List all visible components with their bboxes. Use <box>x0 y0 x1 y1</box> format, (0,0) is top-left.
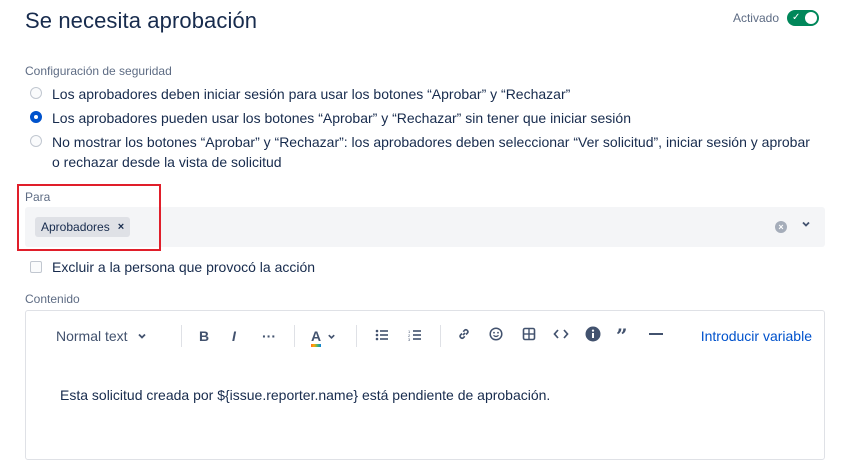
toolbar-divider <box>294 325 295 347</box>
rich-text-editor[interactable]: Normal text B I ··· A 123 ” Introducir v… <box>25 310 825 460</box>
numbered-list-icon[interactable]: 123 <box>408 326 422 346</box>
radio-label: Los aprobadores pueden usar los botones … <box>52 110 631 126</box>
info-panel-icon[interactable] <box>585 326 601 347</box>
recipient-chip: Aprobadores × <box>35 217 131 237</box>
content-label: Contenido <box>25 292 80 306</box>
code-icon[interactable] <box>553 326 569 346</box>
svg-text:3: 3 <box>408 337 411 341</box>
editor-body-text[interactable]: Esta solicitud creada por ${issue.report… <box>60 387 550 403</box>
quote-icon[interactable]: ” <box>616 326 628 346</box>
toolbar-divider <box>440 325 441 347</box>
editor-toolbar: Normal text B I ··· A 123 ” Introducir v… <box>26 311 824 361</box>
chevron-down-icon[interactable] <box>801 218 811 232</box>
more-formatting-icon[interactable]: ··· <box>262 326 276 346</box>
check-icon: ✓ <box>792 12 801 23</box>
checkbox-label: Excluir a la persona que provocó la acci… <box>52 259 316 275</box>
text-color-icon[interactable]: A <box>311 326 336 347</box>
enabled-toggle-group: Activado ✓ <box>733 10 819 26</box>
bullet-list-icon[interactable] <box>375 326 389 346</box>
security-option-hide-buttons[interactable]: No mostrar los botones “Aprobar” y “Rech… <box>30 132 820 172</box>
emoji-icon[interactable] <box>489 326 503 346</box>
exclude-trigger-user-checkbox[interactable]: Excluir a la persona que provocó la acci… <box>30 259 315 275</box>
radio-button[interactable] <box>30 135 42 147</box>
enabled-toggle[interactable]: ✓ <box>787 10 819 26</box>
text-style-label: Normal text <box>56 328 128 344</box>
security-section-label: Configuración de seguridad <box>25 64 172 78</box>
radio-button[interactable] <box>30 87 42 99</box>
clear-icon[interactable]: × <box>775 221 787 233</box>
link-icon[interactable] <box>457 326 471 346</box>
italic-icon[interactable]: I <box>232 326 236 346</box>
toggle-knob <box>805 12 817 24</box>
radio-label: No mostrar los botones “Aprobar” y “Rech… <box>52 134 810 170</box>
security-option-no-login[interactable]: Los aprobadores pueden usar los botones … <box>30 108 820 128</box>
page-title: Se necesita aprobación <box>25 8 258 33</box>
text-style-dropdown[interactable]: Normal text <box>56 326 147 346</box>
radio-button-selected[interactable] <box>30 111 42 123</box>
bold-icon[interactable]: B <box>199 326 209 346</box>
security-option-login-required[interactable]: Los aprobadores deben iniciar sesión par… <box>30 84 820 104</box>
chip-label: Aprobadores <box>41 220 110 234</box>
checkbox[interactable] <box>30 261 42 273</box>
table-icon[interactable] <box>522 326 536 346</box>
chip-remove-icon[interactable]: × <box>118 221 124 233</box>
insert-variable-button[interactable]: Introducir variable <box>701 326 812 346</box>
toolbar-divider <box>181 325 182 347</box>
toggle-label: Activado <box>732 11 779 25</box>
toolbar-divider <box>356 325 357 347</box>
para-label: Para <box>25 190 51 204</box>
radio-label: Los aprobadores deben iniciar sesión par… <box>52 86 571 102</box>
divider-icon[interactable] <box>649 326 663 346</box>
recipients-select[interactable]: Aprobadores × × <box>25 207 825 247</box>
chevron-down-icon <box>138 333 147 339</box>
